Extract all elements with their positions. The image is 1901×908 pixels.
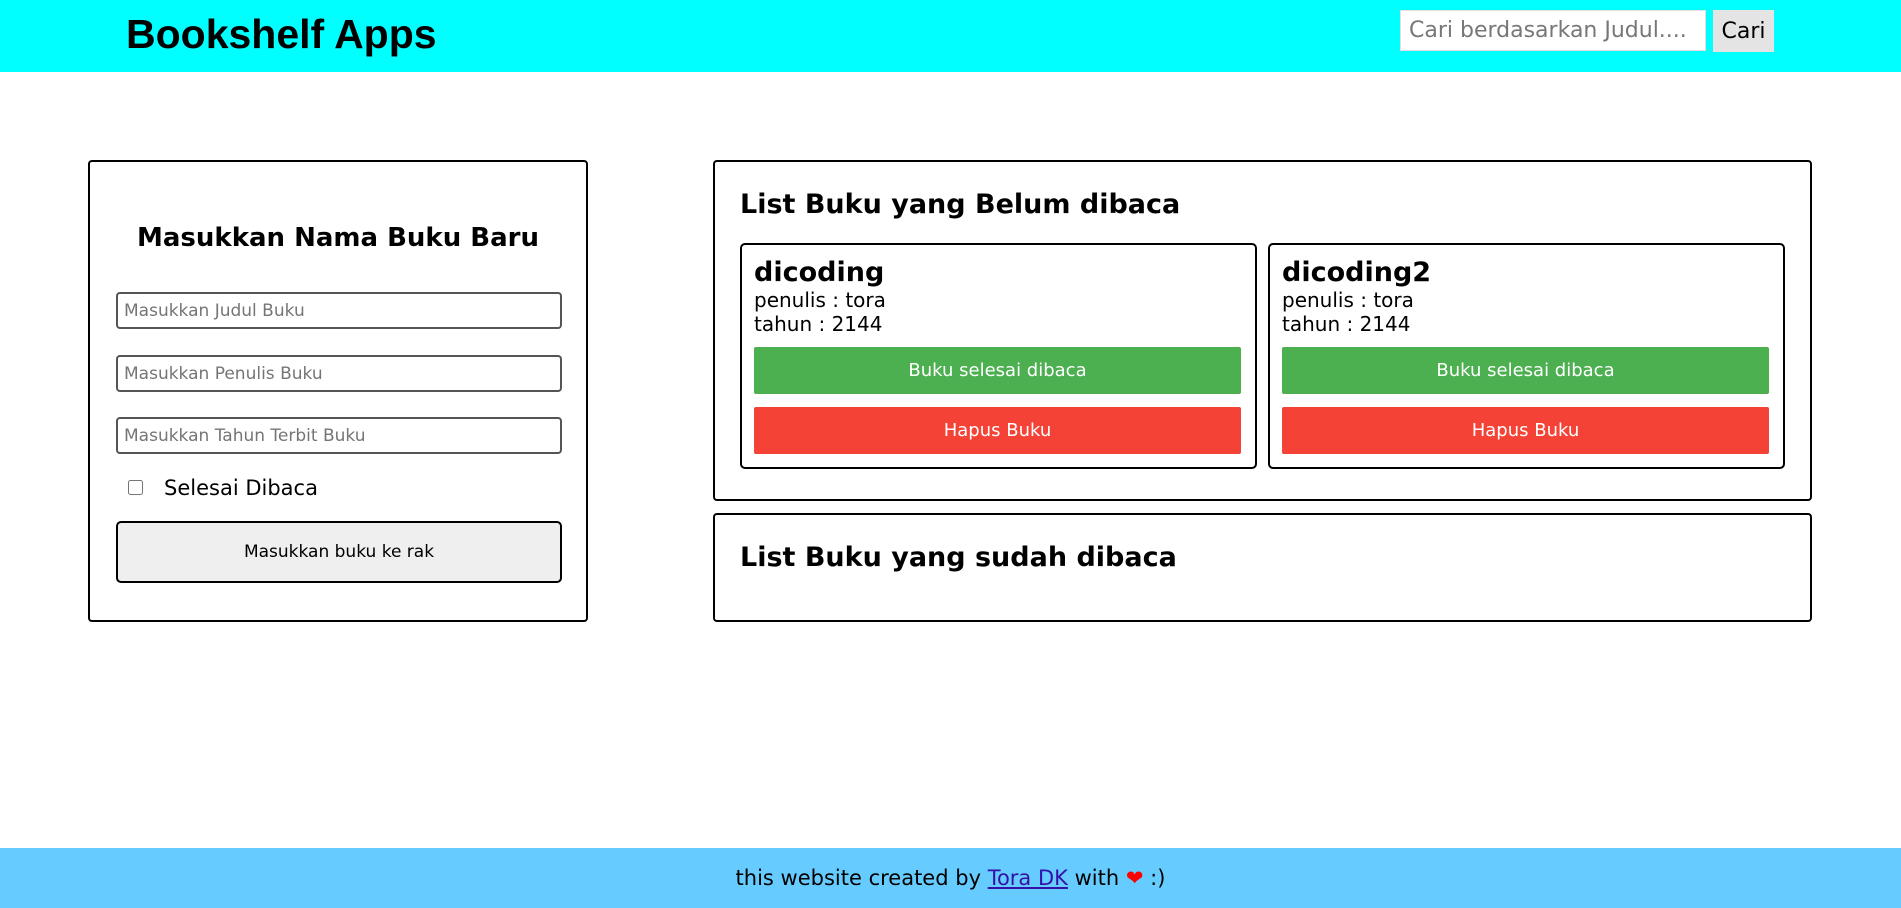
read-shelf: List Buku yang sudah dibaca: [713, 513, 1812, 622]
book-title: dicoding: [754, 257, 885, 288]
finished-reading-checkbox[interactable]: [128, 480, 143, 495]
delete-book-button[interactable]: Hapus Buku: [754, 407, 1241, 454]
book-year: tahun : 2144: [1282, 312, 1411, 336]
book-year: tahun : 2144: [754, 312, 883, 336]
author-link[interactable]: Tora DK: [988, 866, 1068, 890]
add-book-form: Masukkan Nama Buku Baru Selesai Dibaca M…: [88, 160, 588, 622]
submit-book-button[interactable]: Masukkan buku ke rak: [116, 521, 562, 583]
book-author-input[interactable]: [116, 355, 562, 392]
page-footer: this website created by Tora DK with ❤ :…: [0, 848, 1901, 908]
footer-prefix: this website created by: [735, 866, 981, 890]
unread-shelf: List Buku yang Belum dibaca dicoding pen…: [713, 160, 1812, 501]
unread-shelf-title: List Buku yang Belum dibaca: [740, 189, 1181, 220]
read-shelf-title: List Buku yang sudah dibaca: [740, 542, 1177, 573]
book-author: penulis : tora: [1282, 288, 1414, 312]
book-year-input[interactable]: [116, 417, 562, 454]
book-card: dicoding2 penulis : tora tahun : 2144 Bu…: [1268, 243, 1785, 469]
mark-finished-button[interactable]: Buku selesai dibaca: [754, 347, 1241, 394]
book-author: penulis : tora: [754, 288, 886, 312]
search-input[interactable]: [1400, 10, 1706, 51]
search-button[interactable]: Cari: [1713, 10, 1774, 52]
footer-middle: with: [1074, 866, 1120, 890]
footer-suffix: :): [1150, 866, 1166, 890]
book-card: dicoding penulis : tora tahun : 2144 Buk…: [740, 243, 1257, 469]
app-title: Bookshelf Apps: [126, 11, 437, 57]
heart-icon: ❤: [1125, 866, 1144, 890]
book-title: dicoding2: [1282, 257, 1432, 288]
mark-finished-button[interactable]: Buku selesai dibaca: [1282, 347, 1769, 394]
book-title-input[interactable]: [116, 292, 562, 329]
app-header: Bookshelf Apps Cari: [0, 0, 1901, 72]
form-title: Masukkan Nama Buku Baru: [137, 223, 539, 253]
delete-book-button[interactable]: Hapus Buku: [1282, 407, 1769, 454]
finished-reading-label[interactable]: Selesai Dibaca: [164, 475, 318, 501]
